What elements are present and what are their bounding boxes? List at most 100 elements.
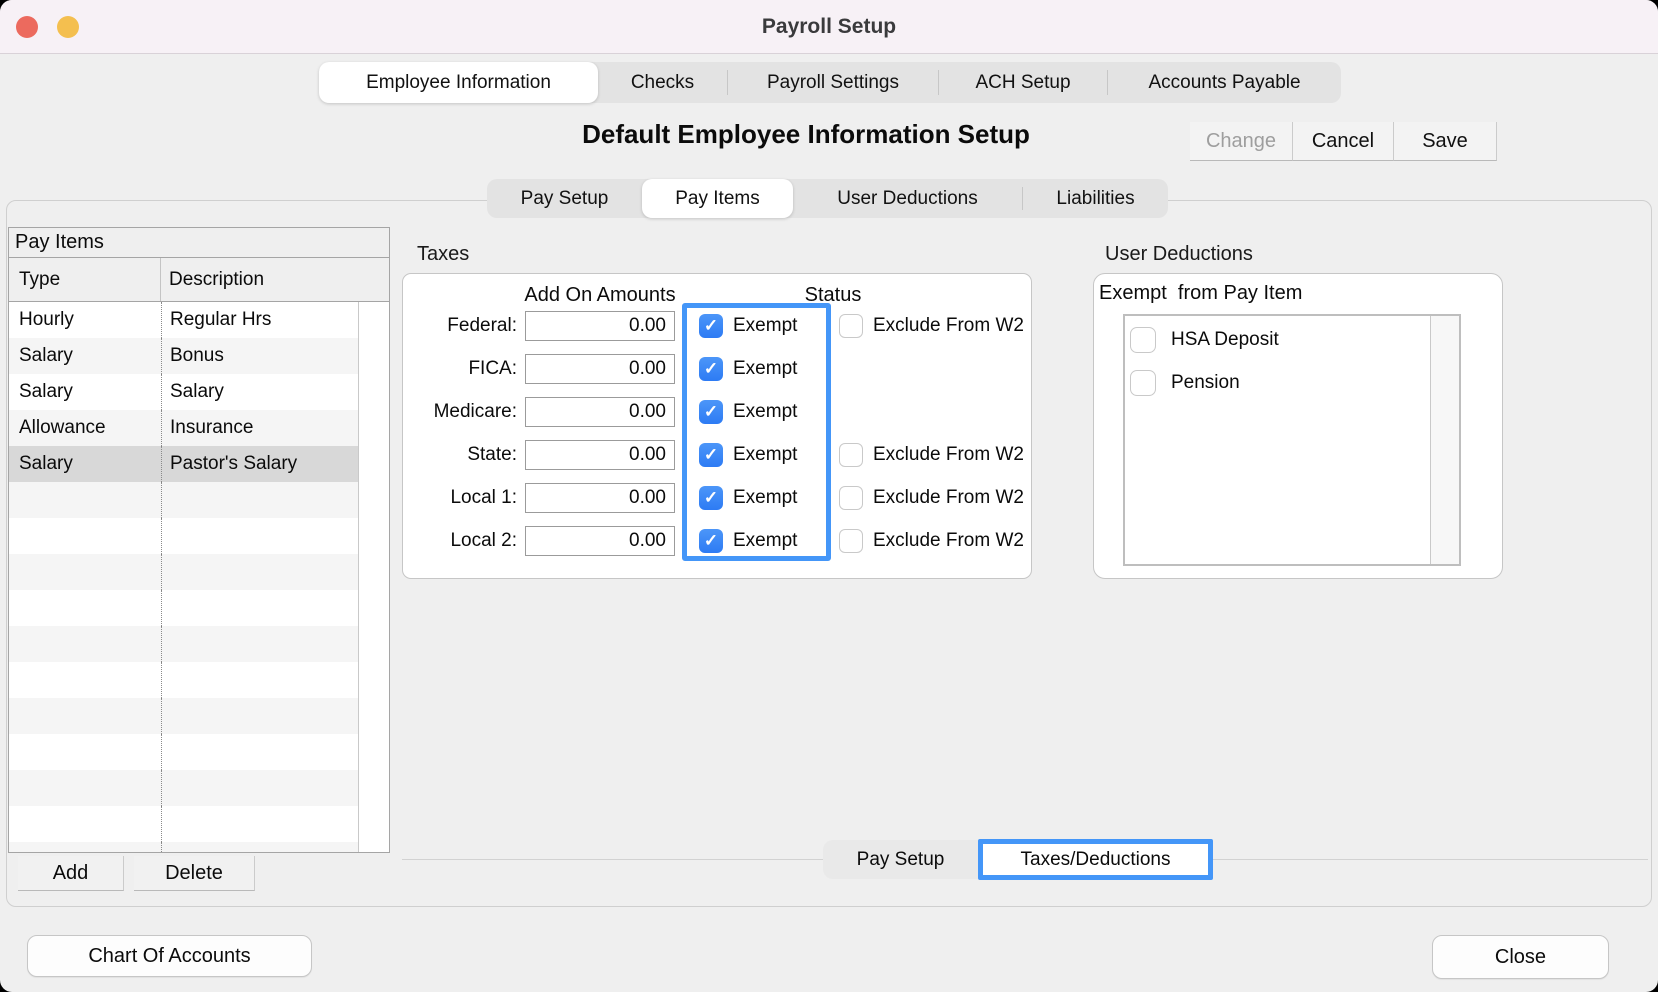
exempt-label: Exempt bbox=[733, 310, 797, 342]
bottom-tab-taxes-deductions[interactable]: Taxes/Deductions bbox=[978, 839, 1213, 880]
table-row-empty bbox=[9, 734, 358, 770]
federal-exclude-w2-checkbox[interactable] bbox=[839, 314, 863, 338]
close-window-icon[interactable] bbox=[16, 16, 38, 38]
tab-accounts-payable[interactable]: Accounts Payable bbox=[1108, 62, 1341, 103]
scrollbar-track[interactable] bbox=[1430, 316, 1459, 564]
tax-row-label: FICA: bbox=[403, 353, 517, 385]
tax-row-label: State: bbox=[403, 439, 517, 471]
state-exempt-checkbox[interactable]: ✓ bbox=[699, 443, 723, 467]
checkmark-icon: ✓ bbox=[704, 316, 718, 336]
pay-items-table: Pay Items Type Description Hourly Regula… bbox=[8, 227, 390, 853]
tab-ach-setup[interactable]: ACH Setup bbox=[939, 62, 1107, 103]
close-button[interactable]: Close bbox=[1432, 935, 1609, 979]
scrollbar-track[interactable] bbox=[358, 302, 390, 853]
tab-liabilities[interactable]: Liabilities bbox=[1023, 179, 1168, 218]
fica-amount-input[interactable] bbox=[525, 354, 675, 384]
taxes-panel: Add On Amounts Status Federal: ✓ Exempt … bbox=[402, 273, 1032, 579]
exclude-w2-label: Exclude From W2 bbox=[873, 310, 1024, 342]
cell-description: Pastor's Salary bbox=[161, 446, 358, 482]
tab-payroll-settings[interactable]: Payroll Settings bbox=[728, 62, 938, 103]
title-bar: Payroll Setup bbox=[0, 0, 1658, 54]
table-row-empty bbox=[9, 662, 358, 698]
medicare-exempt-checkbox[interactable]: ✓ bbox=[699, 400, 723, 424]
tab-pay-setup[interactable]: Pay Setup bbox=[487, 179, 642, 218]
table-row[interactable]: Allowance Insurance bbox=[9, 410, 358, 446]
pay-items-header: Type Description bbox=[9, 258, 389, 302]
exclude-w2-label: Exclude From W2 bbox=[873, 525, 1024, 557]
medicare-amount-input[interactable] bbox=[525, 397, 675, 427]
tax-row-label: Local 2: bbox=[403, 525, 517, 557]
add-button[interactable]: Add bbox=[18, 856, 124, 891]
table-row-empty bbox=[9, 482, 358, 518]
table-row-empty bbox=[9, 806, 358, 842]
table-row-empty bbox=[9, 518, 358, 554]
tax-row-label: Federal: bbox=[403, 310, 517, 342]
exempt-label: Exempt bbox=[733, 353, 797, 385]
exempt-label: Exempt bbox=[733, 396, 797, 428]
tab-user-deductions[interactable]: User Deductions bbox=[793, 179, 1022, 218]
add-on-amounts-header: Add On Amounts bbox=[485, 284, 715, 307]
exclude-w2-label: Exclude From W2 bbox=[873, 482, 1024, 514]
main-tab-bar: Employee Information Checks Payroll Sett… bbox=[319, 62, 1341, 103]
user-deductions-panel: Exempt from Pay Item HSA Deposit Pension bbox=[1093, 273, 1503, 579]
tax-row-label: Local 1: bbox=[403, 482, 517, 514]
exclude-w2-label: Exclude From W2 bbox=[873, 439, 1024, 471]
cell-description: Bonus bbox=[161, 338, 358, 374]
payroll-setup-window: Payroll Setup Employee Information Check… bbox=[0, 0, 1658, 992]
column-header-type[interactable]: Type bbox=[9, 258, 161, 301]
tab-employee-information[interactable]: Employee Information bbox=[319, 62, 598, 103]
federal-amount-input[interactable] bbox=[525, 311, 675, 341]
state-amount-input[interactable] bbox=[525, 440, 675, 470]
table-row[interactable]: Hourly Regular Hrs bbox=[9, 302, 358, 338]
checkmark-icon: ✓ bbox=[704, 531, 718, 551]
exempt-label: Exempt bbox=[733, 482, 797, 514]
chart-of-accounts-button[interactable]: Chart Of Accounts bbox=[27, 935, 312, 977]
local1-amount-input[interactable] bbox=[525, 483, 675, 513]
table-row-empty bbox=[9, 770, 358, 806]
save-button[interactable]: Save bbox=[1394, 122, 1497, 161]
table-row-empty bbox=[9, 842, 358, 853]
change-button[interactable]: Change bbox=[1190, 122, 1293, 161]
pay-items-title: Pay Items bbox=[9, 228, 389, 258]
hsa-deposit-checkbox[interactable] bbox=[1130, 327, 1156, 353]
checkmark-icon: ✓ bbox=[704, 488, 718, 508]
pay-items-body: Hourly Regular Hrs Salary Bonus Salary S… bbox=[9, 302, 389, 853]
exempt-label: Exempt bbox=[733, 525, 797, 557]
local1-exempt-checkbox[interactable]: ✓ bbox=[699, 486, 723, 510]
federal-exempt-checkbox[interactable]: ✓ bbox=[699, 314, 723, 338]
cell-type: Salary bbox=[9, 374, 161, 410]
table-row-empty bbox=[9, 626, 358, 662]
fica-exempt-checkbox[interactable]: ✓ bbox=[699, 357, 723, 381]
pension-checkbox[interactable] bbox=[1130, 370, 1156, 396]
deduction-item-label: HSA Deposit bbox=[1171, 327, 1279, 353]
header-buttons: Change Cancel Save bbox=[1190, 122, 1497, 161]
taxes-section-label: Taxes bbox=[417, 243, 469, 266]
table-row[interactable]: Salary Salary bbox=[9, 374, 358, 410]
local2-exclude-w2-checkbox[interactable] bbox=[839, 529, 863, 553]
cell-type: Allowance bbox=[9, 410, 161, 446]
window-title: Payroll Setup bbox=[762, 15, 896, 39]
minimize-window-icon[interactable] bbox=[57, 16, 79, 38]
state-exclude-w2-checkbox[interactable] bbox=[839, 443, 863, 467]
column-header-description[interactable]: Description bbox=[161, 258, 389, 301]
cancel-button[interactable]: Cancel bbox=[1293, 122, 1394, 161]
traffic-lights bbox=[16, 16, 79, 38]
cell-type: Hourly bbox=[9, 302, 161, 338]
sub-tab-bar: Pay Setup Pay Items User Deductions Liab… bbox=[487, 179, 1168, 218]
user-deductions-section-label: User Deductions bbox=[1105, 243, 1253, 266]
tab-pay-items[interactable]: Pay Items bbox=[642, 179, 793, 218]
exempt-label: Exempt bbox=[733, 439, 797, 471]
cell-type: Salary bbox=[9, 446, 161, 482]
local1-exclude-w2-checkbox[interactable] bbox=[839, 486, 863, 510]
tax-row-label: Medicare: bbox=[403, 396, 517, 428]
bottom-tab-pay-setup[interactable]: Pay Setup bbox=[823, 840, 978, 879]
table-row[interactable]: Salary Bonus bbox=[9, 338, 358, 374]
checkmark-icon: ✓ bbox=[704, 402, 718, 422]
local2-amount-input[interactable] bbox=[525, 526, 675, 556]
tab-checks[interactable]: Checks bbox=[598, 62, 727, 103]
delete-button[interactable]: Delete bbox=[134, 856, 255, 891]
cell-description: Regular Hrs bbox=[161, 302, 358, 338]
local2-exempt-checkbox[interactable]: ✓ bbox=[699, 529, 723, 553]
cell-type: Salary bbox=[9, 338, 161, 374]
table-row-selected[interactable]: Salary Pastor's Salary bbox=[9, 446, 358, 482]
